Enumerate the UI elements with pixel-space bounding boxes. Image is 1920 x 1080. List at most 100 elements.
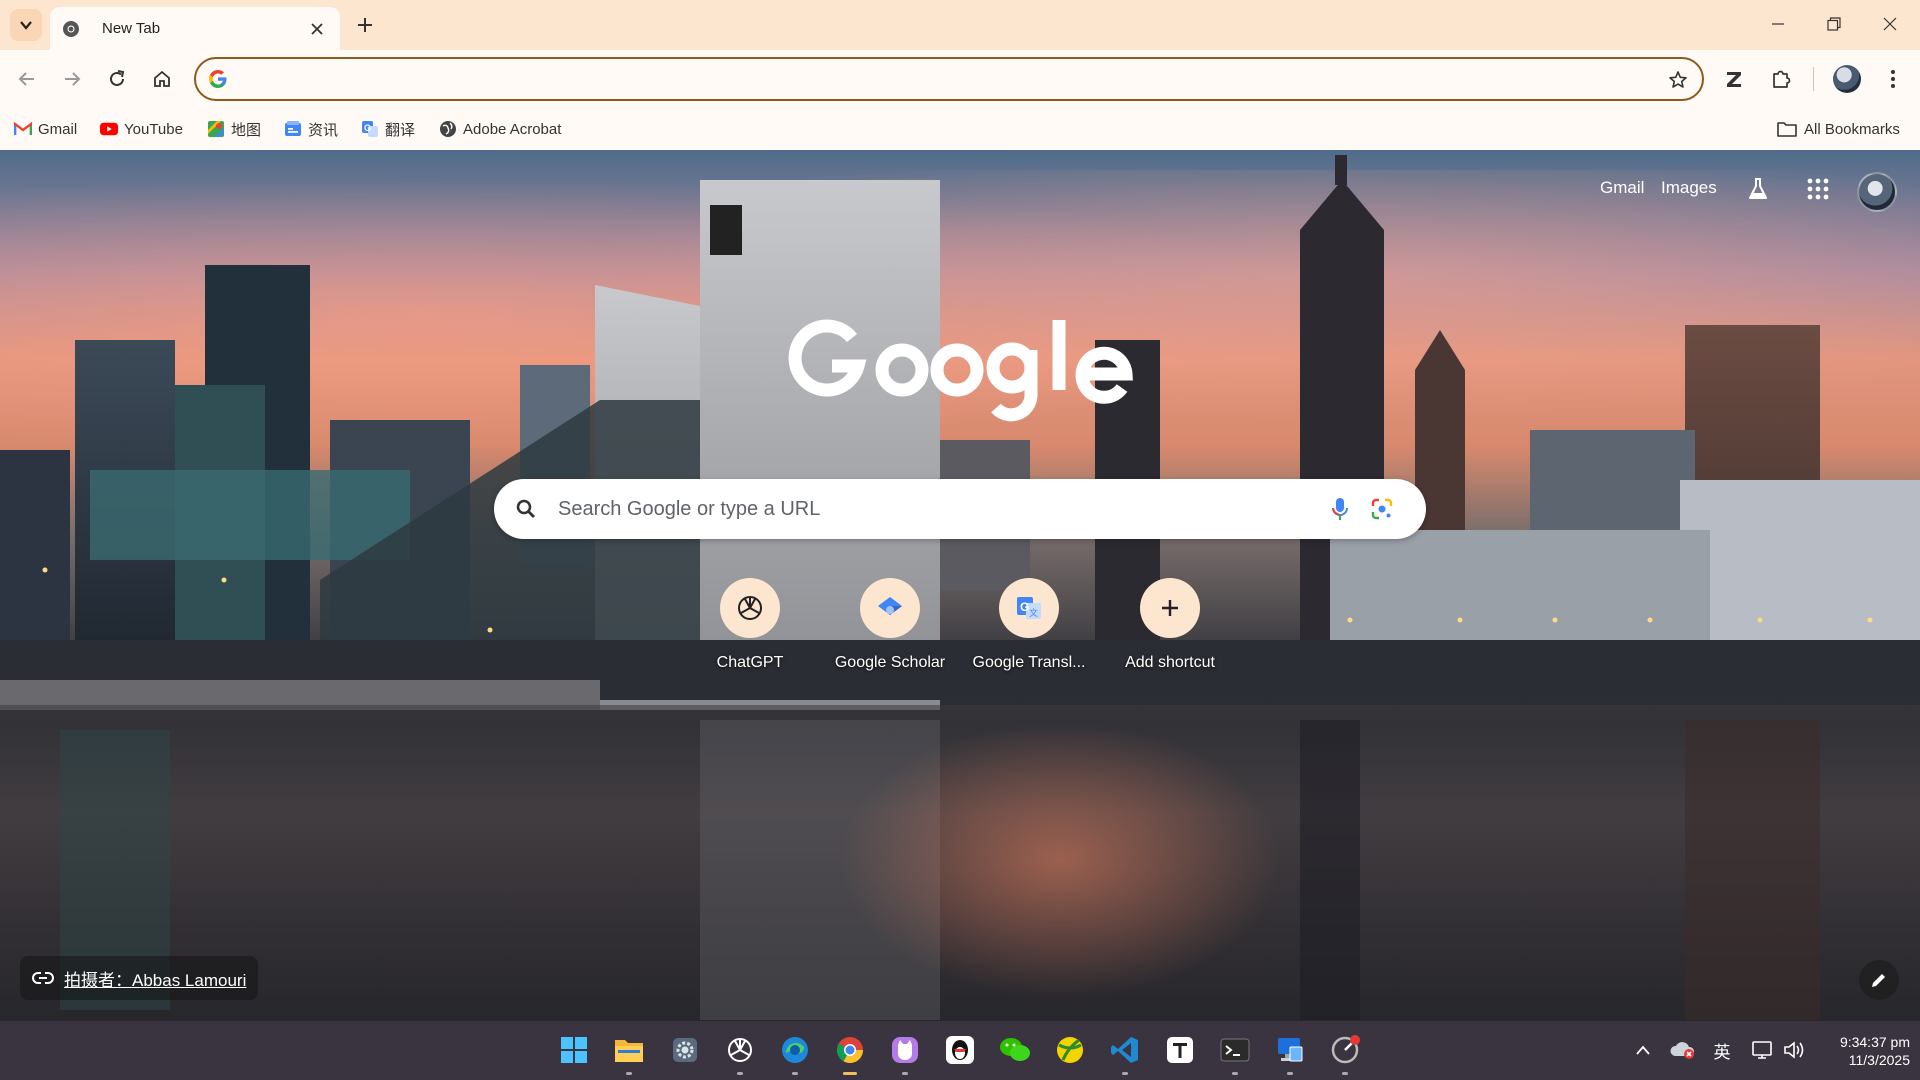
taskbar-file-explorer[interactable] [610, 1031, 648, 1075]
tray-show-hidden-button[interactable] [1630, 1037, 1656, 1063]
images-link[interactable]: Images [1661, 178, 1717, 198]
shortcut-add[interactable]: Add shortcut [1105, 578, 1235, 688]
minimize-button[interactable] [1750, 0, 1806, 48]
running-indicator [1232, 1072, 1238, 1075]
bookmark-gmail[interactable]: Gmail [14, 116, 77, 142]
voice-search-button[interactable] [1326, 495, 1354, 523]
photo-credit[interactable]: 拍摄者：Abbas Lamouri [20, 956, 259, 1000]
bookmark-adobe-acrobat[interactable]: Adobe Acrobat [439, 116, 561, 142]
photo-credit-link[interactable]: 拍摄者：Abbas Lamouri [64, 966, 246, 991]
taskbar-settings[interactable] [666, 1031, 704, 1069]
typora-icon [1167, 1037, 1193, 1063]
back-button[interactable] [10, 62, 44, 96]
edge-icon [782, 1037, 808, 1063]
bookmark-news[interactable]: 资讯 [284, 116, 338, 142]
tab-title: New Tab [102, 20, 161, 37]
apps-button[interactable] [1801, 172, 1835, 206]
bookmark-youtube[interactable]: YouTube [100, 116, 183, 142]
profile-button[interactable] [1831, 63, 1863, 95]
translate-icon: G [361, 120, 379, 138]
tray-onedrive[interactable] [1668, 1037, 1698, 1063]
taskbar-cat-app[interactable] [886, 1031, 924, 1075]
restore-button[interactable] [1806, 0, 1862, 48]
shortcut-google-scholar[interactable]: Google Scholar [825, 578, 955, 688]
bookmark-label: Gmail [38, 120, 78, 138]
search-icon [516, 499, 535, 518]
bookmark-translate[interactable]: G 翻译 [361, 116, 415, 142]
tab-new-tab[interactable]: New Tab [50, 7, 340, 50]
taskbar-wechat[interactable] [996, 1031, 1034, 1069]
all-bookmarks-button[interactable]: All Bookmarks [1776, 116, 1900, 142]
news-icon [284, 120, 302, 138]
running-indicator [626, 1072, 632, 1075]
address-input[interactable] [242, 67, 1622, 91]
bookmark-label: Adobe Acrobat [463, 120, 562, 138]
arrow-right-icon [65, 72, 81, 86]
youtube-icon [100, 120, 118, 138]
home-button[interactable] [145, 62, 179, 96]
toolbar [0, 50, 1920, 108]
taskbar-clock[interactable]: 9:34:37 pm 11/3/2025 [1810, 1033, 1910, 1069]
taskbar-qq[interactable] [941, 1031, 979, 1069]
more-vert-icon [1891, 70, 1895, 88]
close-icon [311, 22, 323, 35]
menu-button[interactable] [1877, 63, 1909, 95]
taskbar-chrome[interactable] [831, 1031, 869, 1075]
tray-network[interactable] [1748, 1037, 1776, 1063]
ball-icon [1057, 1037, 1083, 1063]
chevron-down-icon [20, 21, 32, 30]
shortcut-chatgpt[interactable]: ChatGPT [685, 578, 815, 688]
toolbar-divider [1813, 67, 1814, 91]
ntp-search-box[interactable] [494, 479, 1426, 539]
taskbar-terminal[interactable] [1216, 1031, 1254, 1075]
bookmark-star-button[interactable] [1666, 68, 1690, 92]
gmail-link[interactable]: Gmail [1600, 178, 1644, 198]
google-logo [788, 319, 1133, 422]
taskbar-edge[interactable] [776, 1031, 814, 1075]
all-bookmarks-label: All Bookmarks [1804, 120, 1900, 138]
taskbar: 英 9:34:37 pm 11/3/2025 [0, 1021, 1920, 1080]
terminal-icon [1220, 1038, 1250, 1062]
reload-icon [110, 70, 125, 86]
taskbar-ball-app[interactable] [1051, 1031, 1089, 1069]
minimize-icon [1772, 23, 1784, 25]
google-g-icon [209, 70, 227, 88]
svg-text:G: G [364, 123, 371, 133]
shortcut-label: Add shortcut [1125, 654, 1215, 671]
microphone-icon [1332, 498, 1348, 520]
settings-icon [673, 1038, 697, 1062]
account-avatar[interactable] [1857, 172, 1897, 212]
folder-icon [1776, 120, 1798, 138]
new-tab-button[interactable] [350, 10, 380, 40]
shortcut-label: ChatGPT [716, 654, 784, 671]
taskbar-gauge-app[interactable] [1326, 1031, 1364, 1075]
taskbar-typora[interactable] [1161, 1031, 1199, 1069]
zotero-extension-button[interactable] [1718, 63, 1750, 95]
taskbar-chatgpt[interactable] [721, 1031, 759, 1075]
globe-icon [439, 120, 457, 138]
reload-button[interactable] [100, 62, 134, 96]
input-language-label: 英 [1713, 1042, 1731, 1062]
tab-close-button[interactable] [306, 18, 328, 40]
bookmark-maps[interactable]: 地图 [207, 116, 261, 142]
bookmark-label: YouTube [124, 120, 183, 138]
ntp-search-input[interactable] [558, 495, 1298, 523]
customize-chrome-button[interactable] [1859, 960, 1899, 1000]
avatar [1833, 65, 1861, 93]
taskbar-remote-desktop[interactable] [1271, 1031, 1309, 1075]
labs-button[interactable] [1741, 172, 1775, 206]
plus-icon [358, 18, 372, 32]
wechat-icon [1000, 1038, 1030, 1061]
forward-button[interactable] [55, 62, 89, 96]
running-indicator [1122, 1072, 1128, 1075]
taskbar-start[interactable] [555, 1031, 593, 1069]
tray-volume[interactable] [1780, 1037, 1808, 1063]
shortcut-google-translate[interactable]: G文 Google Transl... [964, 578, 1094, 688]
close-window-button[interactable] [1862, 0, 1918, 48]
extensions-button[interactable] [1765, 63, 1797, 95]
lens-search-button[interactable] [1368, 495, 1396, 523]
tab-search-button[interactable] [10, 9, 42, 41]
tray-input-language[interactable]: 英 [1710, 1037, 1734, 1063]
address-bar[interactable] [194, 57, 1704, 101]
taskbar-vscode[interactable] [1106, 1031, 1144, 1075]
